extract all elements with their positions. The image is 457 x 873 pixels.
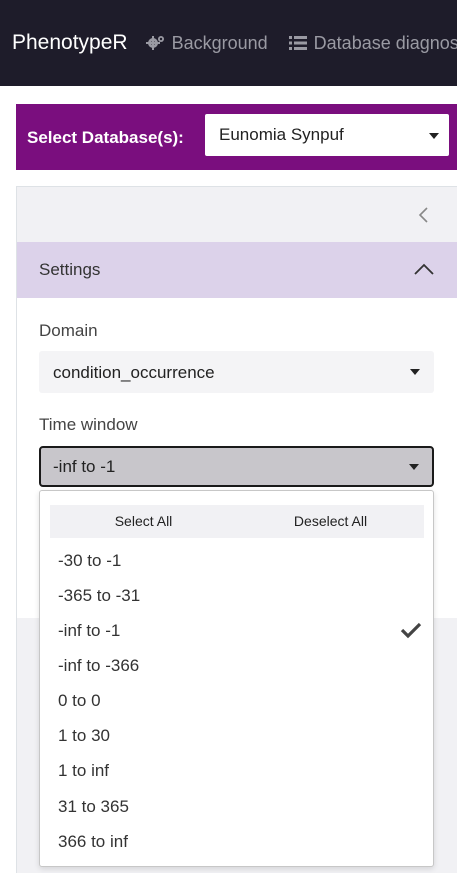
dropdown-option[interactable]: -inf to -366 [40, 648, 433, 683]
time-window-select-value: -inf to -1 [53, 457, 116, 476]
dropdown-option[interactable]: 31 to 365 [40, 789, 433, 824]
domain-select[interactable]: condition_occurrence [39, 351, 434, 393]
caret-down-icon [409, 464, 419, 470]
dropdown-option[interactable]: 366 to inf [40, 824, 433, 859]
checkmark-icon [400, 621, 422, 639]
option-label: -inf to -366 [58, 656, 140, 675]
database-selector-label: Select Database(s): [27, 128, 184, 147]
time-window-dropdown-menu: Select All Deselect All -30 to -1 -365 t… [39, 490, 434, 867]
option-label: 0 to 0 [58, 691, 101, 710]
option-label: -inf to -1 [58, 621, 121, 640]
select-all-button[interactable]: Select All [50, 505, 237, 538]
list-icon [288, 33, 308, 53]
nav-link-label: Database diagnostics [313, 32, 457, 53]
app-brand[interactable]: PhenotypeR [12, 31, 128, 55]
dropdown-option[interactable]: -30 to -1 [40, 543, 433, 578]
time-window-select[interactable]: -inf to -1 [39, 446, 434, 487]
database-selector-bar: Select Database(s): Eunomia Synpuf [16, 104, 457, 170]
gears-icon [145, 33, 166, 53]
chevron-left-icon[interactable] [415, 205, 433, 225]
database-select-value: Eunomia Synpuf [219, 125, 344, 144]
domain-label: Domain [39, 321, 98, 340]
option-label: -30 to -1 [58, 551, 122, 570]
nav-link-label: Background [171, 32, 268, 53]
top-navbar: PhenotypeR Background Database diagnos [0, 0, 457, 86]
settings-title: Settings [39, 260, 101, 279]
sidebar-toolbar [17, 187, 457, 242]
option-label: 1 to inf [58, 761, 110, 780]
nav-link-background[interactable]: Background [145, 32, 268, 54]
dropdown-option[interactable]: 1 to 30 [40, 718, 433, 753]
option-label: 366 to inf [58, 832, 128, 851]
time-window-label: Time window [39, 415, 138, 434]
caret-down-icon [410, 369, 420, 375]
database-select[interactable]: Eunomia Synpuf [205, 114, 449, 156]
settings-accordion-header[interactable]: Settings [17, 242, 457, 298]
option-label: -365 to -31 [58, 586, 141, 605]
dropdown-option[interactable]: 1 to inf [40, 753, 433, 788]
option-label: 1 to 30 [58, 726, 110, 745]
dropdown-option[interactable]: -365 to -31 [40, 578, 433, 613]
dropdown-option[interactable]: -inf to -1 [40, 613, 433, 648]
option-label: 31 to 365 [58, 797, 129, 816]
dropdown-option[interactable]: 0 to 0 [40, 683, 433, 718]
bulk-actions: Select All Deselect All [50, 505, 424, 538]
deselect-all-button[interactable]: Deselect All [237, 505, 424, 538]
nav-link-database-diagnostics[interactable]: Database diagnostics [288, 33, 457, 54]
domain-select-value: condition_occurrence [53, 363, 215, 382]
chevron-up-icon[interactable] [413, 262, 435, 276]
caret-down-icon [429, 133, 439, 139]
